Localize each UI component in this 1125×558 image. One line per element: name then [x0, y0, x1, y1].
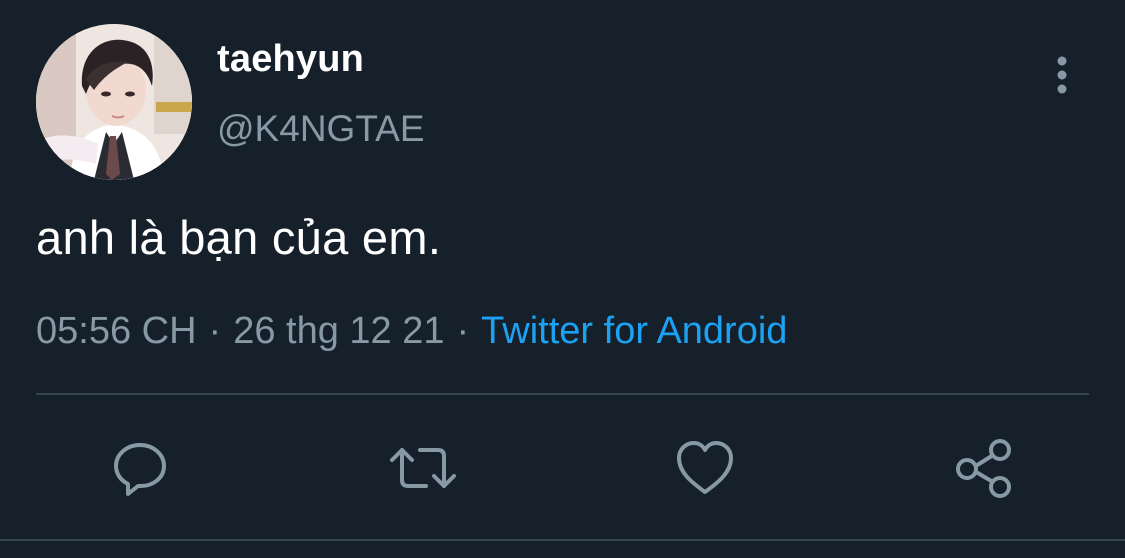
- reply-icon: [114, 443, 166, 496]
- avatar-image: [36, 24, 192, 180]
- share-button[interactable]: [954, 436, 1018, 500]
- tweet-text: anh là bạn của em.: [36, 211, 442, 264]
- avatar[interactable]: [36, 24, 192, 180]
- tweet-date[interactable]: 26 thg 12 21: [233, 310, 444, 352]
- retweet-button[interactable]: [388, 436, 456, 500]
- user-handle[interactable]: @K4NGTAE: [217, 108, 425, 150]
- heart-icon: [677, 441, 733, 494]
- reply-button[interactable]: [108, 436, 172, 500]
- share-icon: [956, 439, 1011, 498]
- tweet-metadata: 05:56 CH · 26 thg 12 21 · Twitter for Androi…: [36, 310, 787, 353]
- divider: [0, 539, 1125, 541]
- more-vertical-icon: [1057, 56, 1067, 94]
- tweet-source-link[interactable]: Twitter for Android: [481, 310, 787, 352]
- retweet-icon: [390, 448, 456, 488]
- more-options-button[interactable]: [1044, 54, 1080, 98]
- tweet-time[interactable]: 05:56 CH: [36, 310, 197, 352]
- tweet-detail: taehyun @K4NGTAE anh là bạn của em. 05:5…: [0, 0, 1125, 558]
- meta-separator: ·: [456, 310, 470, 352]
- divider: [36, 393, 1089, 395]
- display-name[interactable]: taehyun: [217, 38, 364, 81]
- like-button[interactable]: [673, 436, 737, 500]
- meta-separator: ·: [208, 310, 222, 352]
